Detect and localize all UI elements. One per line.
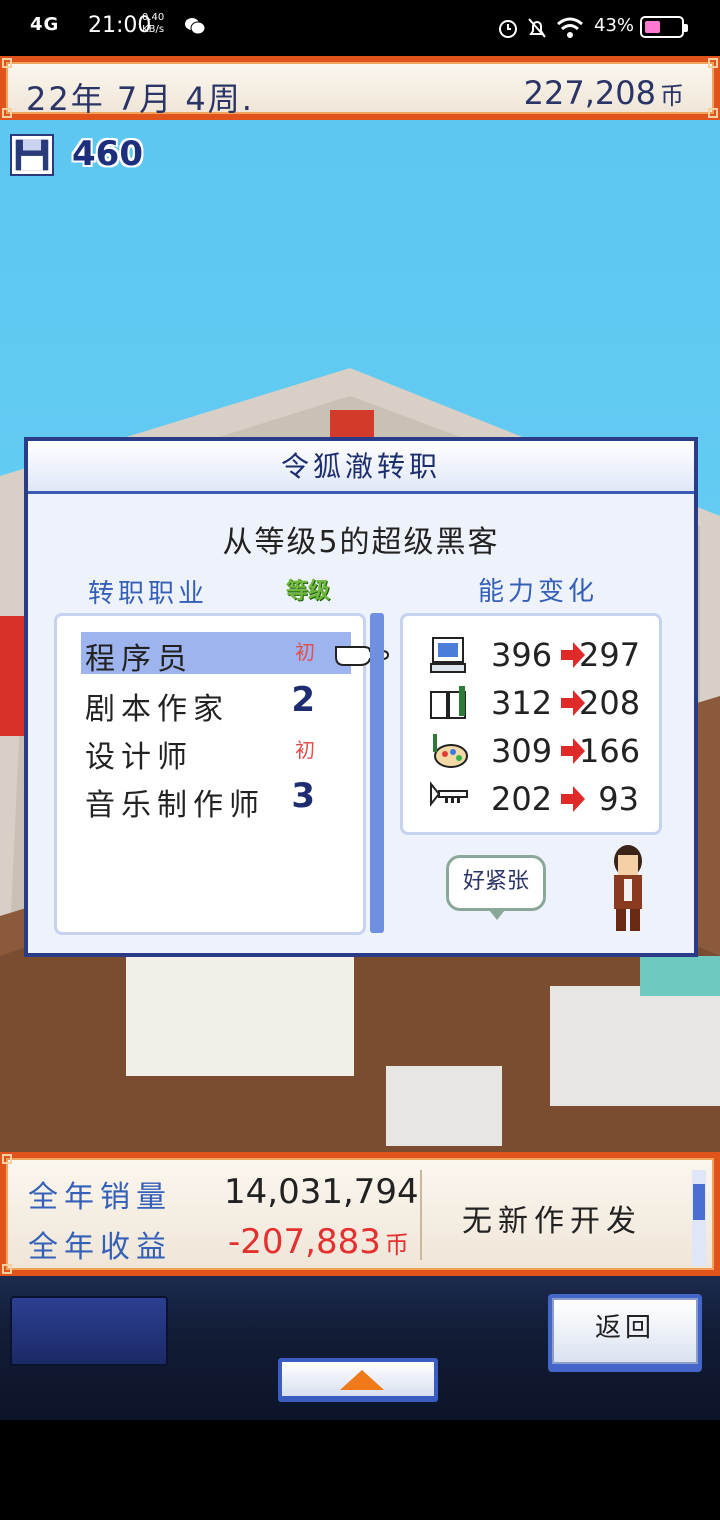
ability-change-header: 能力变化 [478,577,599,607]
network-speed: 0.40 KB/s [142,12,164,36]
job-item-programmer[interactable]: 程序员 初 [81,632,351,677]
job-name: 设计师 [85,740,193,775]
battery-fill [645,21,660,33]
bottom-controls: 返回 [0,1276,720,1420]
battery-icon [640,16,688,38]
wechat-icon [185,18,206,35]
money-unit: 币 [660,82,684,110]
job-change-dialog: 令狐澈转职 从等级5的超级黑客 转职职业 等级 能力变化 程序员 初 剧本作家 … [24,437,698,957]
date-money-bar: 22年 7月 4周. 227,208 币 [0,56,720,120]
battery-percent: 43% [594,15,635,36]
ability-row-sound: 202 93 [425,778,655,822]
level-column-header: 等级 [286,579,331,604]
job-level: 初 [295,738,321,762]
alarm-icon [499,20,517,38]
ability-row-programming: 396 297 [425,634,655,678]
game-date: 22年 7月 4周. [26,80,254,118]
annual-revenue-label: 全年收益 [28,1230,172,1265]
stats-scrollbar[interactable] [692,1170,706,1266]
job-item-designer[interactable]: 设计师 初 [81,730,351,775]
mute-icon [528,18,546,38]
money-value: 227,208 [523,74,656,112]
annual-revenue-unit: 币 [384,1231,409,1259]
ability-from: 309 [491,732,553,770]
job-item-scriptwriter[interactable]: 剧本作家 2 [81,680,351,727]
signal-indicator: 4G [30,14,60,35]
expand-up-button[interactable] [278,1358,438,1402]
ability-to: 166 [579,732,641,770]
ability-from: 312 [491,684,553,722]
job-level: 初 [295,640,321,664]
annual-sales-value: 14,031,794 [224,1172,419,1212]
disk-count: 460 [72,134,143,174]
annual-revenue-value: -207,883 [228,1222,381,1262]
job-level: 2 [291,680,321,720]
annual-sales-label: 全年销量 [28,1180,172,1215]
wifi-icon [557,17,583,38]
computer-icon [430,637,466,673]
money-display: 227,208 币 [524,74,684,112]
network-speed-value: 0.40 [142,12,165,23]
network-speed-unit: KB/s [142,24,165,35]
back-button[interactable]: 返回 [548,1294,702,1372]
trumpet-icon [430,781,468,807]
job-column-header: 转职职业 [88,579,209,609]
job-level: 3 [291,776,321,816]
ability-from: 396 [491,636,553,674]
up-arrow-icon [340,1370,384,1390]
floppy-disk-icon [10,134,54,176]
job-list-scrollbar[interactable] [370,613,384,933]
stats-divider [420,1170,422,1260]
job-name: 音乐制作师 [85,788,265,823]
employee-avatar [614,845,642,931]
system-nav-area [0,1420,720,1520]
dialog-subtitle: 从等级5的超级黑客 [222,525,500,560]
ability-to: 208 [579,684,641,722]
back-button-label: 返回 [552,1298,698,1364]
ability-row-scenario: 312 208 [425,682,655,726]
job-name: 程序员 [85,642,193,677]
job-list: 程序员 初 剧本作家 2 设计师 初 音乐制作师 3 [54,613,366,935]
ability-change-panel: 396 297 312 208 309 166 202 93 [400,613,662,835]
job-item-music-producer[interactable]: 音乐制作师 3 [81,776,351,823]
palette-icon [433,734,468,768]
job-name: 剧本作家 [85,692,229,727]
annual-stats-bar: 全年销量 14,031,794 全年收益 -207,883 币 无新作开发 [0,1152,720,1276]
development-status: 无新作开发 [462,1204,642,1239]
ability-to: 297 [579,636,641,674]
book-icon [430,686,466,719]
ability-row-graphics: 309 166 [425,730,655,774]
annual-revenue-display: -207,883 币 [228,1222,409,1262]
dialog-title: 令狐澈转职 [28,441,694,494]
status-bar: 4G 21:00 0.40 KB/s 43% [0,0,720,56]
ability-from: 202 [491,780,553,818]
speech-bubble: 好紧张 [446,855,546,920]
ability-to: 93 [598,780,639,818]
menu-button[interactable] [10,1296,168,1366]
